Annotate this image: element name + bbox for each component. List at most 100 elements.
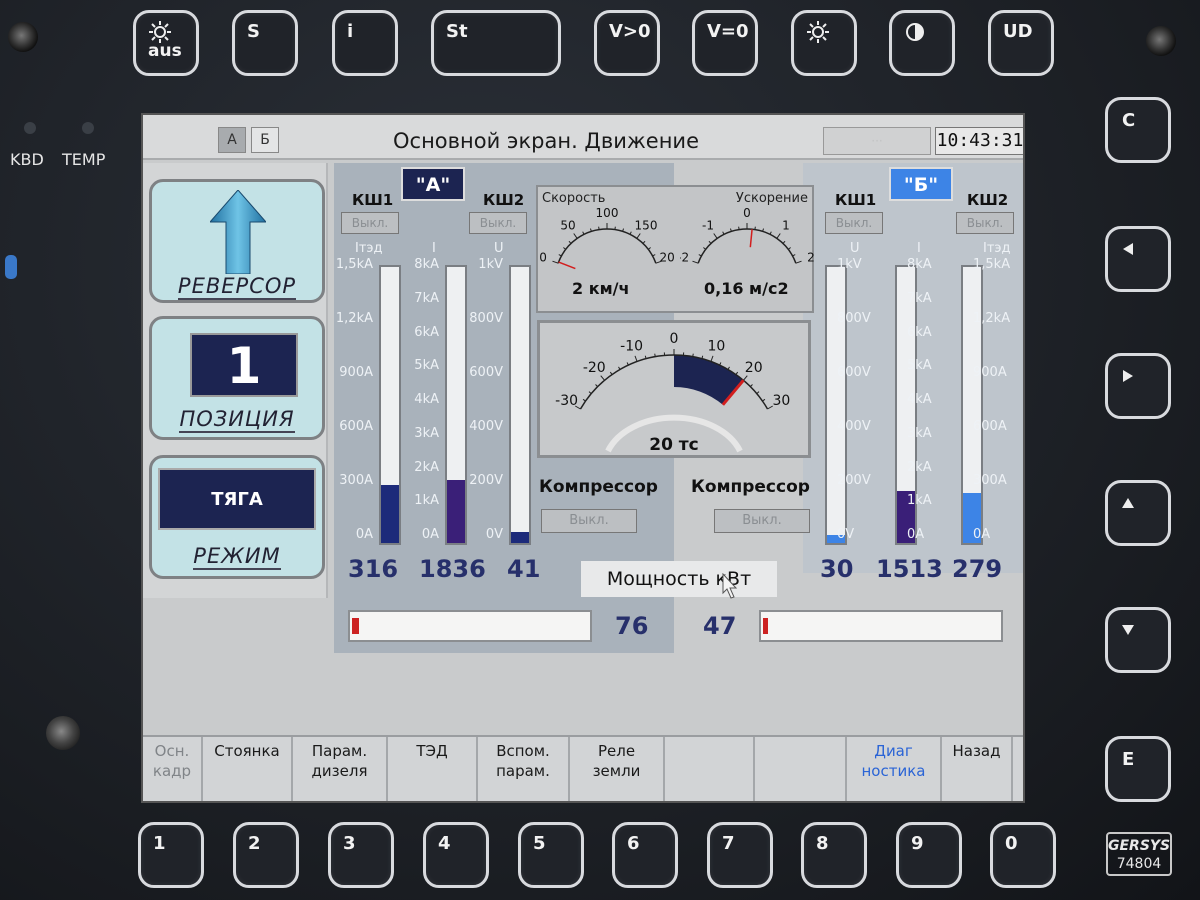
power-title: Мощность кВт <box>581 561 777 597</box>
section-a-gauge-tick: 400V <box>469 419 503 434</box>
key-label: 3 <box>343 833 356 854</box>
section-a-gauge-2 <box>445 265 467 545</box>
section-a-gauge-tick: 300A <box>339 473 373 488</box>
arrow-up-icon <box>210 190 266 274</box>
brand-name: GERSYS <box>1108 838 1171 854</box>
power-bar-b-fill <box>763 618 768 634</box>
section-b-gauge-tick: 1kV <box>837 257 862 272</box>
key-v-equal-zero[interactable]: V=0 <box>692 10 758 76</box>
key-down[interactable] <box>1105 607 1171 673</box>
key-5[interactable]: 5 <box>518 822 584 888</box>
accel-tick-mark <box>782 240 786 244</box>
status-led <box>5 255 17 279</box>
section-a-gauge-header-1: Iтэд <box>355 241 383 256</box>
speed-tick-mark <box>582 231 585 235</box>
key-ud[interactable]: UD <box>988 10 1054 76</box>
compressor-b-button[interactable]: Выкл. <box>714 509 810 533</box>
key-0[interactable]: 0 <box>990 822 1056 888</box>
softkey-3[interactable]: Парам. дизеля <box>293 737 388 801</box>
softkey-10[interactable]: Назад <box>942 737 1013 801</box>
softkey-6[interactable]: Реле земли <box>570 737 665 801</box>
speed-arc <box>557 228 657 264</box>
key-9[interactable]: 9 <box>896 822 962 888</box>
key-1[interactable]: 1 <box>138 822 204 888</box>
softkey-7[interactable] <box>665 737 755 801</box>
section-b-kw2-button[interactable]: Выкл. <box>956 212 1014 234</box>
softkey-4[interactable]: ТЭД <box>388 737 478 801</box>
softkey-2[interactable]: Стоянка <box>203 737 293 801</box>
key-st[interactable]: St <box>431 10 561 76</box>
key-clear[interactable]: C <box>1105 97 1171 163</box>
speed-tick-mark <box>552 260 559 264</box>
speed-tick-mark <box>647 247 651 250</box>
key-info[interactable]: i <box>332 10 398 76</box>
key-6[interactable]: 6 <box>612 822 678 888</box>
section-a-kw1-label: КШ1 <box>352 191 394 209</box>
key-contrast[interactable] <box>889 10 955 76</box>
softkey-label: парам. <box>496 762 550 780</box>
accel-tick-mark <box>698 254 702 257</box>
force-tick-mark <box>756 391 760 394</box>
key-s[interactable]: S <box>232 10 298 76</box>
section-a-kw2-label: КШ2 <box>483 191 525 209</box>
arrow-up-icon <box>1122 498 1134 508</box>
key-label: 9 <box>911 833 924 854</box>
softkey-label: Вспом. <box>496 742 550 760</box>
compressor-a-label: Компрессор <box>539 477 658 497</box>
key-up[interactable] <box>1105 480 1171 546</box>
key-label: E <box>1122 749 1135 770</box>
key-8[interactable]: 8 <box>801 822 867 888</box>
key-backlight-off[interactable]: aus <box>133 10 199 76</box>
screw-bottom-left <box>46 716 80 750</box>
speed-accel-panel: Скорость Ускорение 0 50 100 150 200 -2 -1 0 1 2 … <box>536 185 814 313</box>
softkey-label: ТЭД <box>416 742 448 760</box>
key-v-greater-zero[interactable]: V>0 <box>594 10 660 76</box>
mode-label: РЕЖИМ <box>193 544 281 570</box>
compressor-a-button[interactable]: Выкл. <box>541 509 637 533</box>
softkey-bar: Осн. кадр Стоянка Парам. дизеля ТЭД Вспом. пара… <box>143 735 1023 801</box>
key-2[interactable]: 2 <box>233 822 299 888</box>
speed-needle <box>558 261 576 270</box>
key-right[interactable] <box>1105 353 1171 419</box>
softkey-1[interactable]: Осн. кадр <box>143 737 203 801</box>
key-enter[interactable]: E <box>1105 736 1171 802</box>
section-a-gauge-fill-3 <box>511 531 529 543</box>
softkey-8[interactable] <box>755 737 847 801</box>
accel-tick-label: 1 <box>782 218 790 232</box>
clock: 10:43:31 <box>935 127 1023 155</box>
section-a-gauge-tick: 900A <box>339 365 373 380</box>
section-b-gauge-tick: 1,2kA <box>973 311 1011 326</box>
tab-b[interactable]: Б <box>251 127 279 153</box>
section-b-kw1-button[interactable]: Выкл. <box>825 212 883 234</box>
softkey-label: Осн. <box>154 742 190 760</box>
page-title: Основной экран. Движение <box>393 129 699 153</box>
key-left[interactable] <box>1105 226 1171 292</box>
softkey-label: Назад <box>952 742 1001 760</box>
tab-a[interactable]: А <box>218 127 246 153</box>
section-a-gauge-header-3: U <box>494 241 504 256</box>
force-tick-mark <box>600 375 605 381</box>
key-label: aus <box>148 41 182 61</box>
softkey-5[interactable]: Вспом. парам. <box>478 737 570 801</box>
accel-tick-mark <box>792 254 796 257</box>
speed-tick-mark <box>642 240 646 244</box>
force-tick-mark <box>743 375 748 381</box>
key-4[interactable]: 4 <box>423 822 489 888</box>
section-b-kw2-label: КШ2 <box>967 191 1009 209</box>
key-label: 0 <box>1005 833 1018 854</box>
key-7[interactable]: 7 <box>707 822 773 888</box>
section-a-gauge-3 <box>509 265 531 545</box>
section-b-gauge-tick: 0A <box>907 527 925 542</box>
speed-tick-mark <box>573 233 578 239</box>
softkey-label: Реле <box>597 742 636 760</box>
key-3[interactable]: 3 <box>328 822 394 888</box>
section-a-kw1-button[interactable]: Выкл. <box>341 212 399 234</box>
accel-tick-mark <box>787 247 791 250</box>
accel-tick-label: -2 <box>680 251 689 265</box>
accel-tick-label: 2 <box>807 251 814 265</box>
key-brightness[interactable] <box>791 10 857 76</box>
section-a-kw2-button[interactable]: Выкл. <box>469 212 527 234</box>
softkey-9[interactable]: Диаг ностика <box>847 737 942 801</box>
section-a-gauge-value-1: 316 <box>348 555 399 583</box>
key-label: V>0 <box>609 21 651 42</box>
